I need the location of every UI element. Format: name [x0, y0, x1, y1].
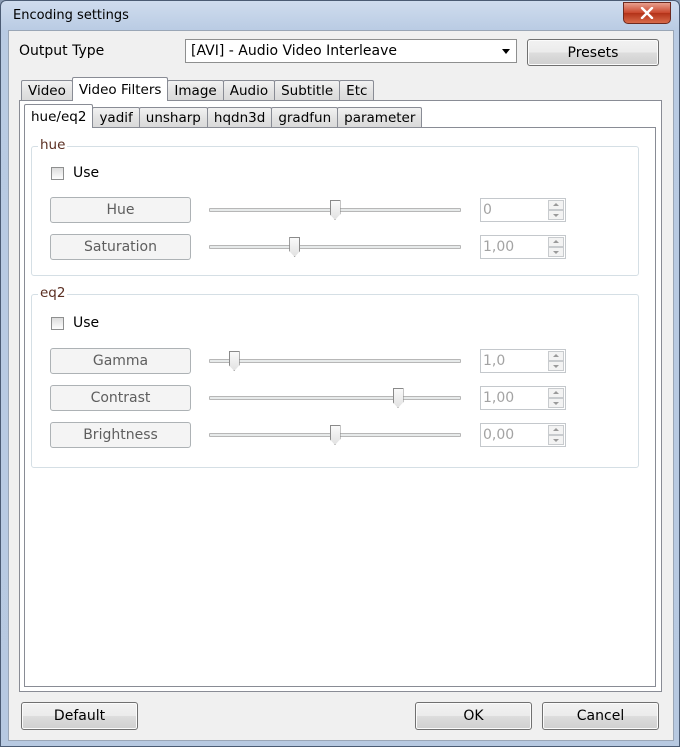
contrast-spinbox[interactable]: 1,00 [480, 386, 566, 410]
hue-button[interactable]: Hue [50, 197, 191, 223]
tab-yadif[interactable]: yadif [92, 107, 140, 128]
arrow-down-icon [553, 214, 559, 217]
contrast-button[interactable]: Contrast [50, 385, 191, 411]
dialog-client-area: Output Type [AVI] - Audio Video Interlea… [8, 30, 674, 741]
gamma-slider-thumb[interactable] [228, 351, 240, 371]
close-icon [640, 7, 654, 19]
hue-eq2-page: hue Use Hue 0 Saturation 1,00 eq2 Use Ga… [24, 127, 656, 687]
saturation-slider-thumb[interactable] [289, 237, 301, 257]
brightness-spin-up[interactable] [548, 425, 564, 435]
saturation-value: 1,00 [483, 239, 515, 255]
output-type-value: [AVI] - Audio Video Interleave [191, 43, 398, 59]
default-button[interactable]: Default [21, 702, 138, 730]
contrast-spin-down[interactable] [548, 398, 564, 408]
brightness-spin-down[interactable] [548, 435, 564, 445]
presets-button[interactable]: Presets [527, 39, 659, 66]
saturation-button[interactable]: Saturation [50, 234, 191, 260]
saturation-spin-down[interactable] [548, 247, 564, 257]
output-type-label: Output Type [19, 43, 105, 59]
main-tab-bar: Video Video Filters Image Audio Subtitle… [21, 77, 375, 101]
gamma-spin-down[interactable] [548, 361, 564, 371]
arrow-down-icon [553, 251, 559, 254]
hue-value: 0 [483, 202, 492, 218]
arrow-up-icon [553, 354, 559, 357]
hue-spinbox[interactable]: 0 [480, 198, 566, 222]
filter-tab-bar: hue/eq2 yadif unsharp hqdn3d gradfun par… [24, 104, 423, 128]
tab-gradfun[interactable]: gradfun [271, 107, 339, 128]
hue-use-label: Use [73, 165, 100, 181]
gamma-slider-track[interactable] [209, 359, 461, 363]
tab-unsharp[interactable]: unsharp [138, 107, 208, 128]
hue-spin-up[interactable] [548, 200, 564, 210]
saturation-slider-track[interactable] [209, 245, 461, 249]
contrast-slider-thumb[interactable] [392, 388, 404, 408]
encoding-settings-window: Encoding settings Output Type [AVI] - Au… [0, 0, 680, 747]
brightness-value: 0,00 [483, 427, 515, 443]
tab-video[interactable]: Video [21, 80, 73, 101]
tab-image[interactable]: Image [167, 80, 224, 101]
eq2-group: eq2 Use Gamma 1,0 Contrast 1,00 Brightne… [31, 285, 639, 468]
output-type-select[interactable]: [AVI] - Audio Video Interleave [185, 39, 517, 63]
eq2-use-checkbox[interactable] [51, 317, 64, 330]
gamma-spin-up[interactable] [548, 351, 564, 361]
tab-etc[interactable]: Etc [339, 80, 375, 101]
gamma-button[interactable]: Gamma [50, 348, 191, 374]
arrow-down-icon [553, 365, 559, 368]
contrast-value: 1,00 [483, 390, 515, 406]
eq2-use-label: Use [73, 315, 100, 331]
arrow-down-icon [553, 439, 559, 442]
saturation-spinbox[interactable]: 1,00 [480, 235, 566, 259]
hue-use-checkbox[interactable] [51, 167, 64, 180]
gamma-value: 1,0 [483, 353, 506, 369]
arrow-up-icon [553, 428, 559, 431]
chevron-down-icon [502, 49, 510, 54]
cancel-button[interactable]: Cancel [542, 702, 659, 730]
tab-video-filters[interactable]: Video Filters [71, 77, 169, 101]
arrow-down-icon [553, 402, 559, 405]
eq2-group-title: eq2 [38, 285, 68, 301]
arrow-up-icon [553, 391, 559, 394]
arrow-up-icon [553, 203, 559, 206]
video-filters-panel: hue/eq2 yadif unsharp hqdn3d gradfun par… [19, 100, 662, 692]
arrow-up-icon [553, 240, 559, 243]
tab-audio[interactable]: Audio [222, 80, 276, 101]
brightness-spinbox[interactable]: 0,00 [480, 423, 566, 447]
tab-hqdn3d[interactable]: hqdn3d [206, 107, 273, 128]
brightness-button[interactable]: Brightness [50, 422, 191, 448]
hue-group: hue Use Hue 0 Saturation 1,00 [31, 137, 639, 276]
hue-slider-thumb[interactable] [329, 200, 341, 220]
window-title: Encoding settings [13, 8, 129, 23]
tab-subtitle[interactable]: Subtitle [274, 80, 341, 101]
saturation-spin-up[interactable] [548, 237, 564, 247]
close-button[interactable] [623, 2, 671, 24]
contrast-spin-up[interactable] [548, 388, 564, 398]
ok-button[interactable]: OK [415, 702, 532, 730]
hue-group-title: hue [38, 137, 68, 153]
gamma-spinbox[interactable]: 1,0 [480, 349, 566, 373]
title-bar: Encoding settings [1, 1, 679, 31]
contrast-slider-track[interactable] [209, 396, 461, 400]
hue-spin-down[interactable] [548, 210, 564, 220]
tab-hue-eq2[interactable]: hue/eq2 [24, 104, 94, 128]
brightness-slider-thumb[interactable] [329, 425, 341, 445]
tab-parameter[interactable]: parameter [337, 107, 423, 128]
